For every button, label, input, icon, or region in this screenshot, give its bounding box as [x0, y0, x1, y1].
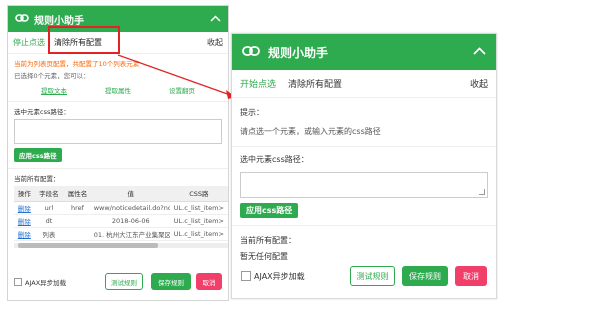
tip-text: 请点选一个元素，或输入元素的css路径	[240, 127, 381, 136]
cancel-button[interactable]: 取消	[455, 266, 487, 286]
ajax-checkbox[interactable]: AJAX异步加载	[241, 271, 305, 282]
start-select-button[interactable]: 开始点选	[240, 77, 276, 90]
toolbar: 开始点选 清除所有配置 收起	[232, 70, 496, 98]
checkbox-icon[interactable]	[241, 271, 251, 281]
clear-config-button[interactable]: 清除所有配置	[288, 77, 342, 90]
apply-css-button[interactable]: 应用css路径	[240, 203, 299, 218]
css-path-input[interactable]	[240, 172, 488, 198]
footer: AJAX异步加载 测试规则 保存规则 取消	[232, 266, 496, 286]
chevron-up-icon[interactable]	[473, 47, 486, 57]
ajax-label: AJAX异步加载	[254, 271, 305, 281]
save-rule-button[interactable]: 保存规则	[402, 266, 448, 286]
css-path-label: 选中元素css路径：	[240, 155, 309, 164]
after-panel: 规则小助手 开始点选 清除所有配置 收起 提示： 请点选一个元素，或输入元素的c…	[231, 33, 497, 299]
panel-title: 规则小助手	[268, 45, 329, 60]
current-config-label: 当前所有配置：	[240, 236, 296, 245]
panel-header: 规则小助手	[232, 34, 496, 70]
collapse-button[interactable]: 收起	[470, 77, 488, 90]
test-rule-button[interactable]: 测试规则	[350, 266, 395, 286]
chain-link-icon	[242, 45, 260, 59]
tip-label: 提示：	[240, 108, 264, 117]
no-config-text: 暂无任何配置	[240, 252, 288, 261]
